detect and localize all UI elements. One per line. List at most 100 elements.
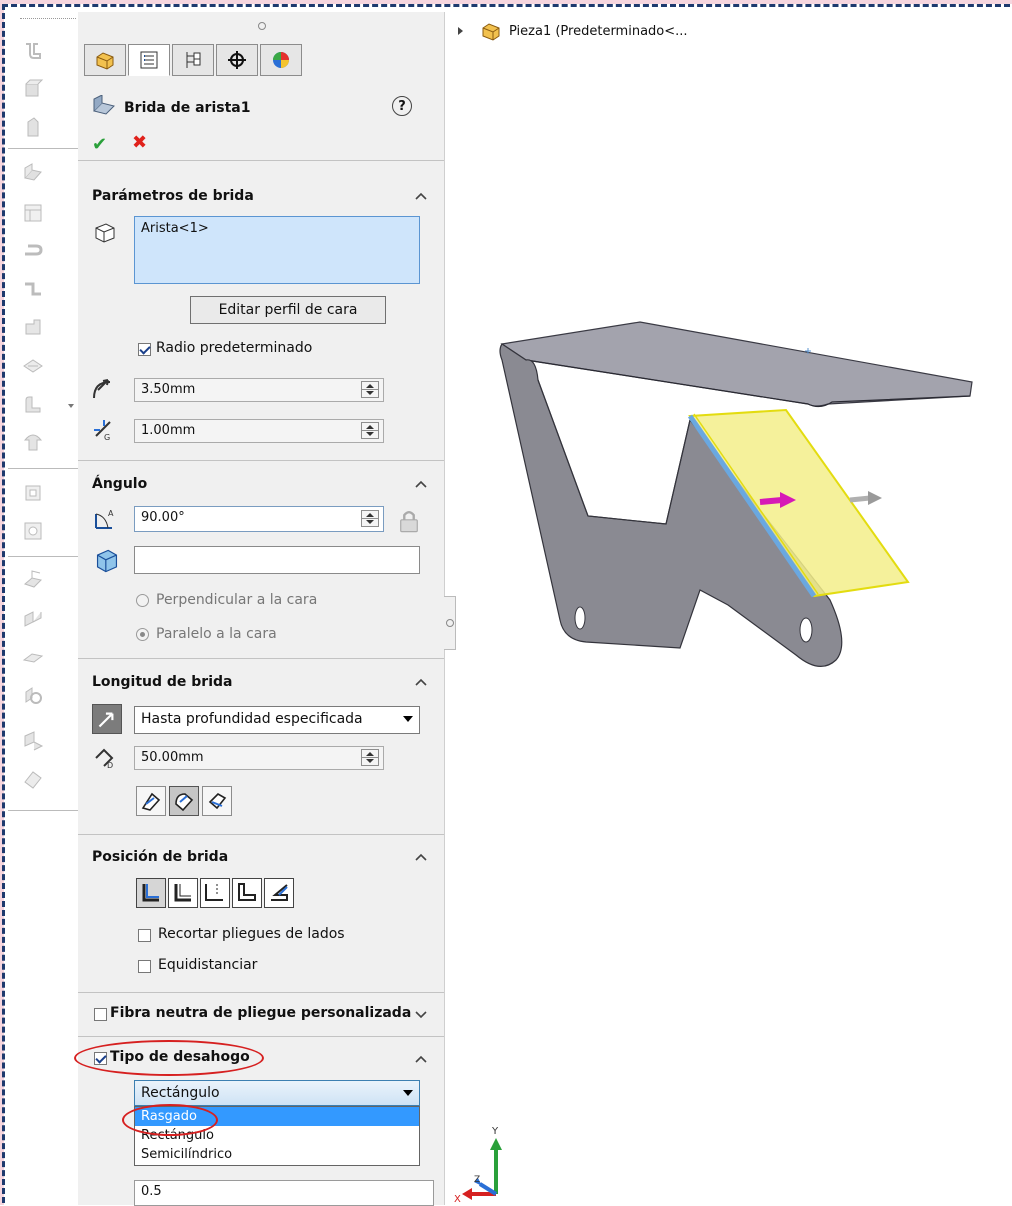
reference-face-icon: [94, 548, 118, 573]
params-section-title: Parámetros de brida: [92, 188, 254, 204]
relief-type-value: Rectángulo: [141, 1085, 220, 1101]
corners-dropdown-icon[interactable]: [60, 394, 74, 416]
length-input[interactable]: 50.00mm: [134, 746, 384, 770]
offset-label: Equidistanciar: [158, 957, 258, 973]
unfold-icon[interactable]: [22, 568, 44, 590]
edge-flange-icon[interactable]: [22, 162, 44, 184]
fold-icon[interactable]: [22, 608, 44, 630]
neutral-fiber-checkbox[interactable]: [94, 1008, 107, 1021]
sketched-bend-icon[interactable]: [22, 316, 44, 338]
length-value: 50.00mm: [141, 750, 204, 765]
tab-dimxpert-manager[interactable]: [216, 44, 258, 76]
tangent-to-bend-button[interactable]: [264, 878, 294, 908]
expand-triangle-icon[interactable]: [458, 27, 463, 35]
chevron-up-icon[interactable]: [414, 478, 428, 492]
reference-face-input[interactable]: [134, 546, 420, 574]
length-spinner[interactable]: [361, 749, 379, 766]
chevron-down-icon: [403, 716, 413, 722]
help-icon[interactable]: ?: [392, 96, 412, 116]
gap-distance-icon: G: [90, 416, 116, 442]
material-inside-button[interactable]: [136, 878, 166, 908]
sheet-metal-toolbar: [8, 12, 86, 1205]
flatten-icon[interactable]: [22, 646, 44, 668]
relief-option-semicilindrico[interactable]: Semicilíndrico: [135, 1145, 419, 1164]
end-condition-value: Hasta profundidad especificada: [141, 711, 363, 727]
chevron-up-icon[interactable]: [414, 1053, 428, 1067]
perpendicular-radio[interactable]: [136, 594, 149, 607]
mounting-hole: [574, 606, 586, 630]
feature-header: Brida de arista1 ?: [92, 94, 432, 120]
virtual-sharp-button[interactable]: [232, 878, 262, 908]
jog-icon[interactable]: [22, 278, 44, 300]
chevron-up-icon[interactable]: [414, 851, 428, 865]
material-outside-button[interactable]: [168, 878, 198, 908]
hem-icon[interactable]: [22, 240, 44, 262]
corners-icon[interactable]: [22, 394, 44, 416]
default-radius-label: Radio predeterminado: [156, 340, 313, 356]
relief-type-dropdown[interactable]: Rectángulo: [134, 1080, 420, 1106]
divider: [78, 460, 444, 461]
cross-break-icon[interactable]: [22, 354, 44, 376]
no-bends-icon[interactable]: [22, 684, 44, 706]
divider: [78, 992, 444, 993]
relief-ratio-input[interactable]: 0.5: [134, 1180, 434, 1206]
simple-hole-icon[interactable]: [22, 520, 44, 542]
lofted-bend-icon[interactable]: [22, 116, 44, 138]
bend-radius-input[interactable]: 3.50mm: [134, 378, 384, 402]
sheet-metal-part-model[interactable]: [490, 300, 990, 700]
angle-input[interactable]: 90.00°: [134, 506, 384, 532]
parallel-radio[interactable]: [136, 628, 149, 641]
panel-collapse-handle[interactable]: [444, 596, 456, 650]
extruded-cut-icon[interactable]: [22, 482, 44, 504]
insert-bends-icon[interactable]: [22, 768, 44, 790]
length-icon: D: [92, 744, 118, 770]
divider: [78, 160, 444, 161]
tab-display-manager[interactable]: [260, 44, 302, 76]
ok-button[interactable]: ✔: [92, 134, 107, 155]
toolbar-grip[interactable]: [20, 18, 76, 23]
base-flange-icon[interactable]: [22, 40, 44, 62]
trim-side-bends-checkbox[interactable]: [138, 929, 151, 942]
drag-handle-arrow[interactable]: [868, 491, 882, 505]
gap-distance-input[interactable]: 1.00mm: [134, 419, 384, 443]
tab-configuration-manager[interactable]: [172, 44, 214, 76]
part-label: Pieza1 (Predeterminado<...: [509, 23, 688, 39]
outer-virtual-sharp-button[interactable]: [136, 786, 166, 816]
lock-icon[interactable]: [396, 508, 418, 533]
bend-outside-button[interactable]: [200, 878, 230, 908]
chevron-up-icon[interactable]: [414, 190, 428, 204]
inner-virtual-sharp-button[interactable]: [169, 786, 199, 816]
gap-distance-spinner[interactable]: [361, 422, 379, 439]
tab-property-manager[interactable]: [128, 44, 170, 76]
bend-radius-spinner[interactable]: [361, 381, 379, 398]
chevron-down-icon: [403, 1090, 413, 1096]
rip-icon[interactable]: [22, 730, 44, 752]
forming-tool-icon[interactable]: [22, 430, 44, 452]
reverse-direction-icon[interactable]: [92, 704, 122, 734]
chevron-down-icon[interactable]: [414, 1008, 428, 1022]
toolbar-separator: [8, 810, 86, 811]
tangent-bend-button[interactable]: [202, 786, 232, 816]
cancel-button[interactable]: ✖: [132, 132, 147, 153]
relief-type-annotation: [74, 1040, 264, 1076]
divider: [78, 658, 444, 659]
edge-selection-box[interactable]: Arista<1>: [134, 216, 420, 284]
convert-solid-icon[interactable]: [22, 78, 44, 100]
offset-checkbox[interactable]: [138, 960, 151, 973]
tab-feature-manager[interactable]: [84, 44, 126, 76]
panel-splitter[interactable]: [258, 22, 266, 30]
angle-spinner[interactable]: [361, 510, 379, 527]
feature-tree-flyout[interactable]: Pieza1 (Predeterminado<...: [458, 20, 688, 42]
angle-section-title: Ángulo: [92, 476, 148, 492]
default-radius-checkbox[interactable]: [138, 343, 151, 356]
length-measure-buttons: [136, 786, 235, 816]
mounting-hole: [799, 617, 813, 643]
miter-flange-icon[interactable]: [22, 202, 44, 224]
gap-distance-value: 1.00mm: [141, 423, 196, 438]
left-border-strip: [0, 0, 4, 1205]
relief-option-annotation: [122, 1104, 218, 1136]
edit-profile-button[interactable]: Editar perfil de cara: [190, 296, 386, 324]
chevron-up-icon[interactable]: [414, 676, 428, 690]
end-condition-dropdown[interactable]: Hasta profundidad especificada: [134, 706, 420, 734]
divider: [78, 834, 444, 835]
